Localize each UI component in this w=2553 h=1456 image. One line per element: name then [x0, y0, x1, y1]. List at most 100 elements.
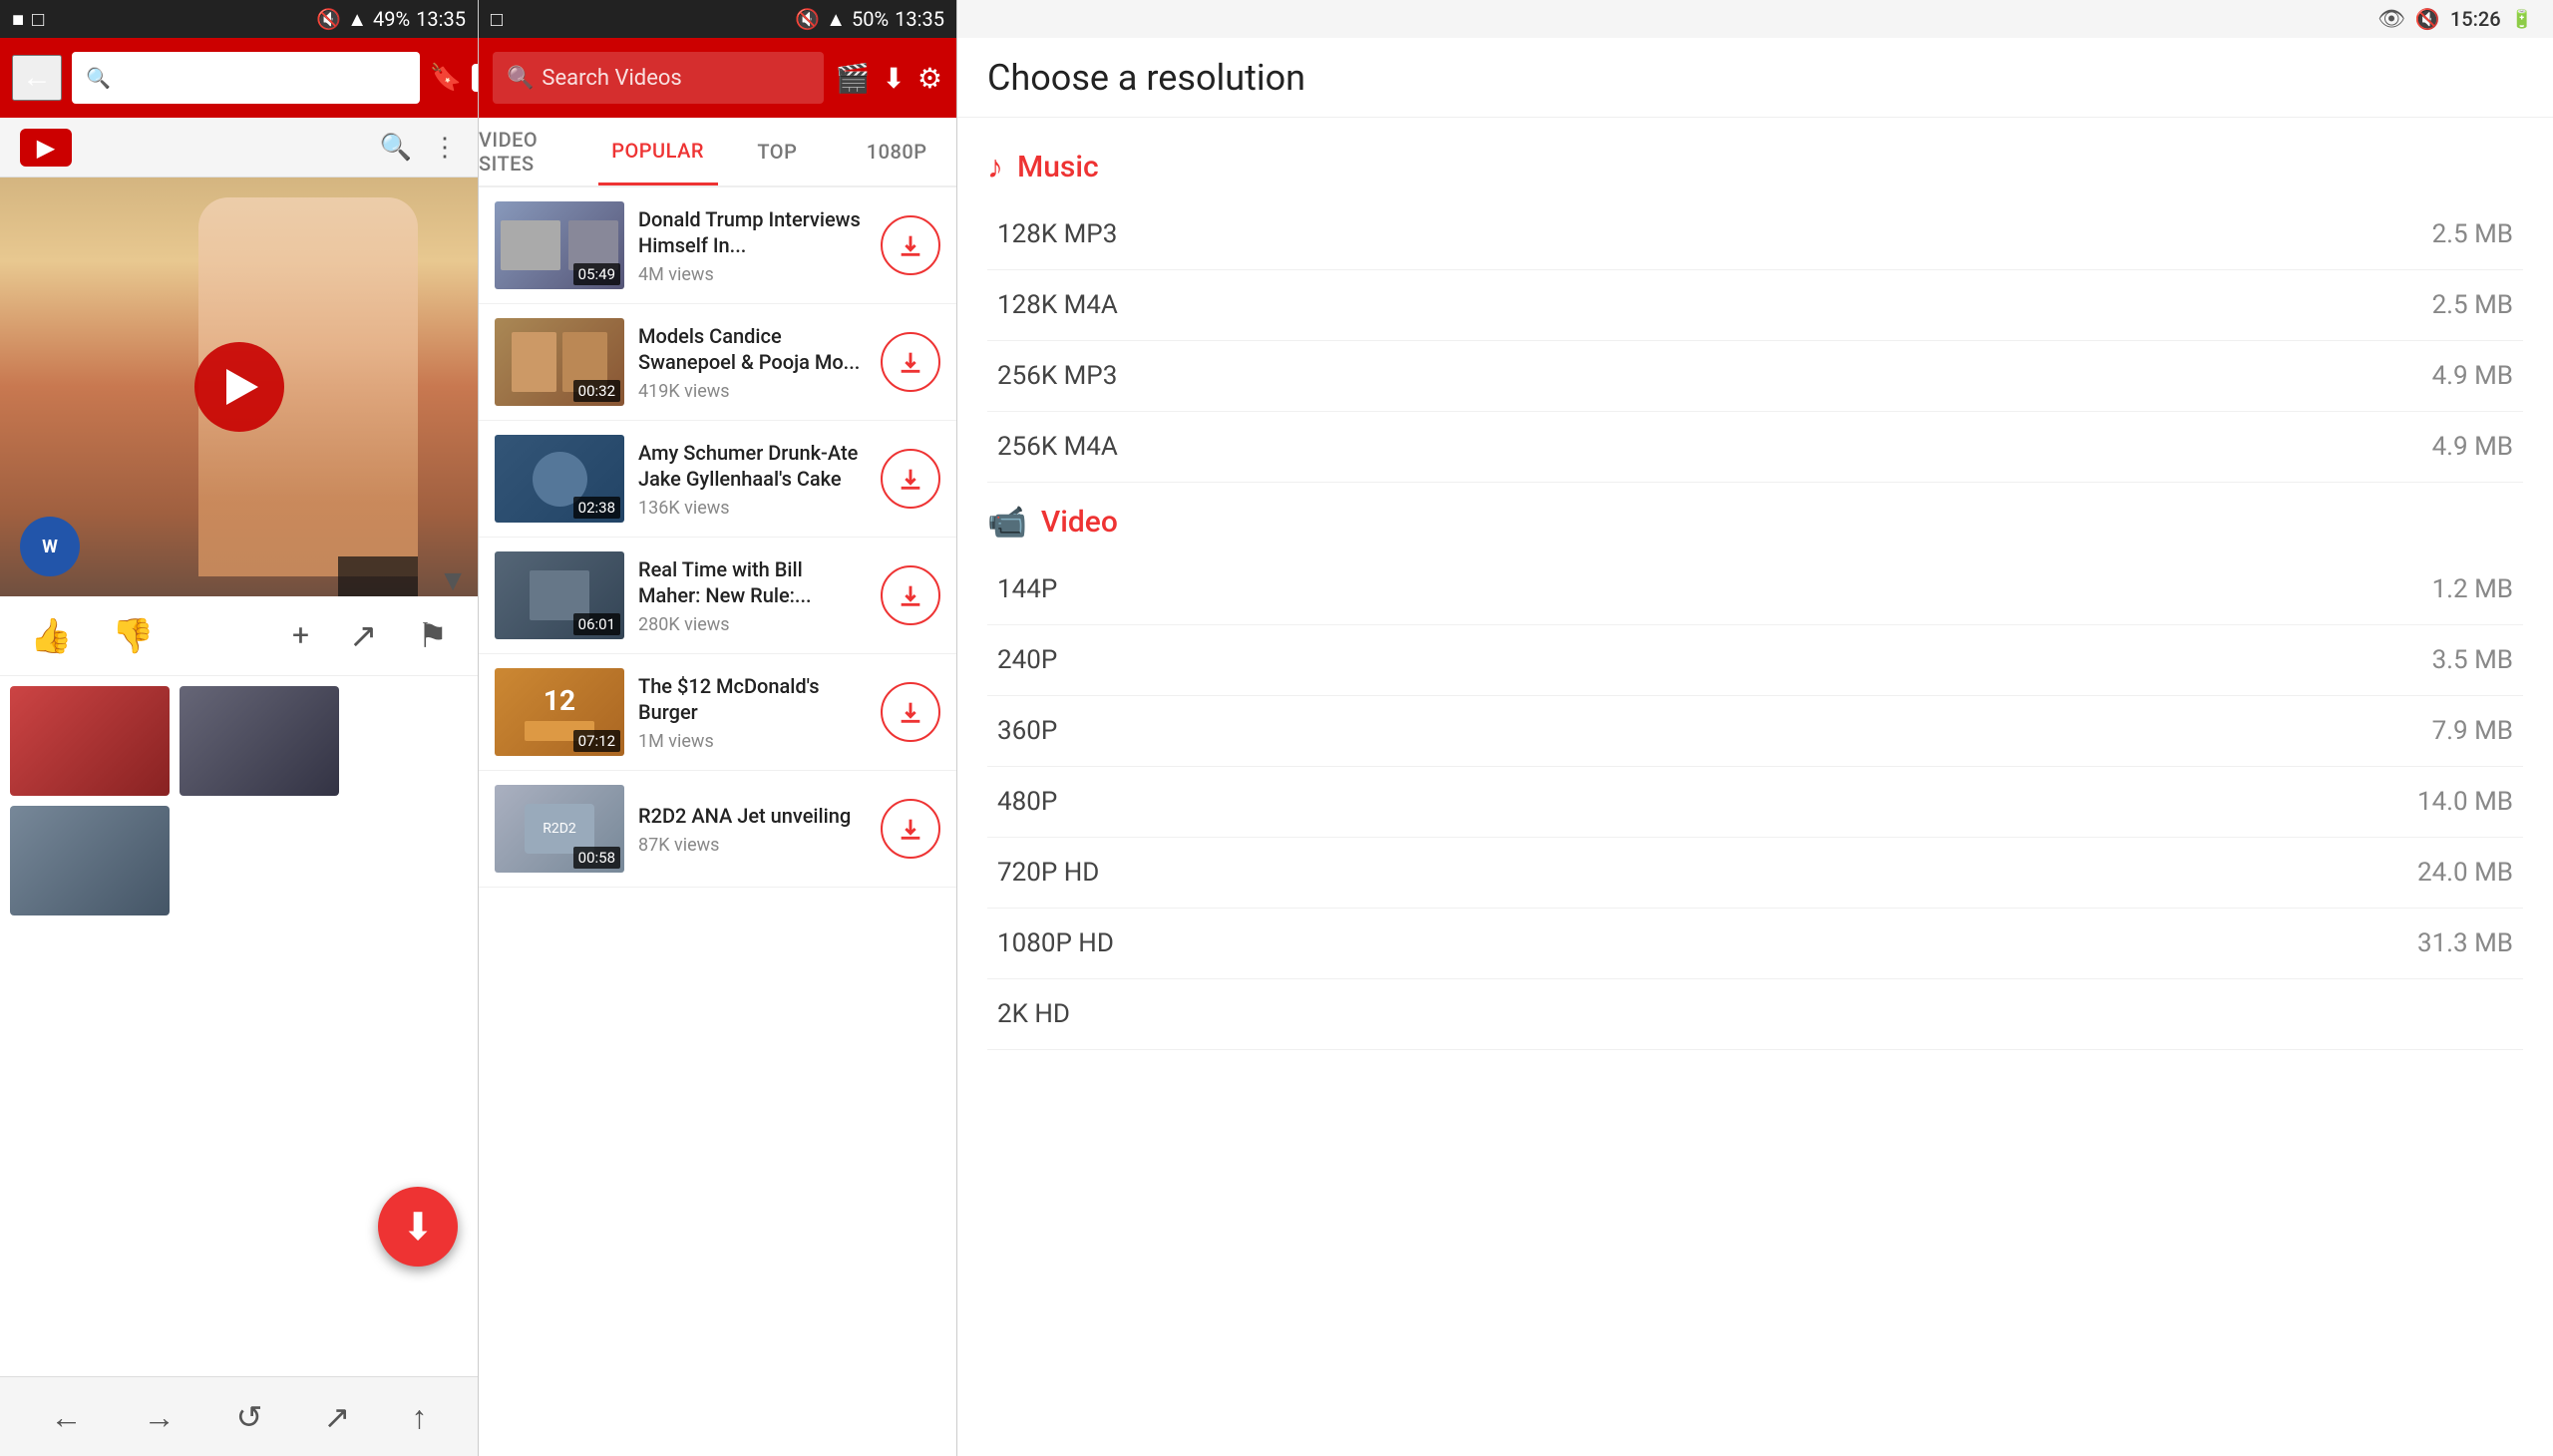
dl-duration-5: 07:12 — [573, 730, 620, 752]
dl-video-item-5[interactable]: 12 07:12 The $12 McDonald's Burger 1M vi… — [479, 654, 956, 771]
dl-video-item-1[interactable]: 05:49 Donald Trump Interviews Himself In… — [479, 187, 956, 304]
dl-video-item-4[interactable]: 06:01 Real Time with Bill Maher: New Rul… — [479, 538, 956, 654]
dl-info-1: Donald Trump Interviews Himself In... 4M… — [638, 206, 867, 285]
res-item-256mp3[interactable]: 256K MP3 4.9 MB — [987, 341, 2523, 412]
rec-row-1[interactable] — [10, 686, 468, 796]
res-size-256mp3: 4.9 MB — [2432, 361, 2513, 391]
dl-title-6: R2D2 ANA Jet unveiling — [638, 803, 867, 829]
res-item-256m4a[interactable]: 256K M4A 4.9 MB — [987, 412, 2523, 483]
res-size-720p: 24.0 MB — [2417, 858, 2513, 888]
youtube-nav-bar: ▶ 🔍 ⋮ — [0, 118, 478, 178]
like-button[interactable]: 👍 — [30, 616, 72, 656]
bookmark-icon[interactable]: 🔖 — [430, 63, 462, 93]
dl-download-btn-6[interactable] — [881, 799, 940, 859]
search-icon: 🔍 — [86, 66, 111, 90]
resolution-title: Choose a resolution — [987, 57, 1305, 99]
dl-duration-6: 00:58 — [573, 847, 620, 869]
video-overlay-bar — [338, 556, 418, 596]
app-icon-2: □ — [32, 7, 44, 32]
dl-thumb-4: 06:01 — [495, 551, 624, 639]
res-label-240p: 240P — [997, 645, 1057, 675]
res-item-144p[interactable]: 144P 1.2 MB — [987, 554, 2523, 625]
browser-status-left: ■ □ — [12, 7, 44, 32]
res-label-2khd: 2K HD — [997, 999, 1070, 1029]
dislike-button[interactable]: 👎 — [112, 616, 154, 656]
music-section-label: Music — [1017, 150, 1099, 184]
nav-up-button[interactable]: ↑ — [411, 1398, 427, 1436]
dl-download-btn-1[interactable] — [881, 215, 940, 275]
dl-settings-icon[interactable]: ⚙ — [917, 62, 942, 95]
dl-views-4: 280K views — [638, 614, 867, 635]
tab-popular[interactable]: POPULAR — [598, 118, 718, 185]
address-input[interactable]: m.youtube.com — [119, 65, 406, 91]
res-item-2khd[interactable]: 2K HD — [987, 979, 2523, 1050]
youtube-logo[interactable]: ▶ — [20, 129, 72, 167]
dl-title-1: Donald Trump Interviews Himself In... — [638, 206, 867, 258]
res-item-360p[interactable]: 360P 7.9 MB — [987, 696, 2523, 767]
res-size-360p: 7.9 MB — [2432, 716, 2513, 746]
dl-duration-1: 05:49 — [573, 263, 620, 285]
rec-row-2[interactable] — [10, 806, 468, 915]
dl-time-display: 13:35 — [895, 7, 944, 31]
dl-download-btn-5[interactable] — [881, 682, 940, 742]
nav-refresh-button[interactable]: ↺ — [236, 1398, 263, 1436]
share-button[interactable]: ↗ — [349, 616, 378, 656]
time-display: 13:35 — [416, 7, 466, 31]
nav-forward-button[interactable]: → — [144, 1398, 176, 1436]
yt-search-icon[interactable]: 🔍 — [380, 133, 412, 163]
dl-video-item-3[interactable]: 02:38 Amy Schumer Drunk-Ate Jake Gyllenh… — [479, 421, 956, 538]
resolution-panel: 👁 🔇 15:26 🔋 Choose a resolution ♪ Music … — [957, 0, 2553, 1456]
dl-download-btn-4[interactable] — [881, 565, 940, 625]
resolution-body: ♪ Music 128K MP3 2.5 MB 128K M4A 2.5 MB … — [957, 118, 2553, 1456]
video-actions-bar: 👍 👎 + ↗ ⚑ — [0, 596, 478, 676]
yt-more-icon[interactable]: ⋮ — [432, 133, 458, 163]
add-to-playlist-button[interactable]: + — [292, 618, 309, 653]
dl-info-4: Real Time with Bill Maher: New Rule:... … — [638, 556, 867, 635]
res-eye-icon: 👁 — [2377, 7, 2405, 32]
dl-thumb-3: 02:38 — [495, 435, 624, 523]
tab-video-sites[interactable]: VIDEO SITES — [479, 118, 598, 185]
res-label-360p: 360P — [997, 716, 1057, 746]
dropdown-arrow[interactable]: ▼ — [438, 563, 468, 596]
res-label-128m4a: 128K M4A — [997, 290, 1118, 320]
tab-top[interactable]: TOP — [718, 118, 838, 185]
downloader-panel: □ 🔇 ▲ 50% 13:35 🔍 Search Videos 🎬 ⬇ ⚙ VI… — [479, 0, 957, 1456]
res-item-240p[interactable]: 240P 3.5 MB — [987, 625, 2523, 696]
dl-video-sites-icon[interactable]: 🎬 — [836, 62, 871, 95]
address-bar-container[interactable]: 🔍 m.youtube.com — [72, 52, 420, 104]
res-label-256mp3: 256K MP3 — [997, 361, 1117, 391]
nav-share-button[interactable]: ↗ — [324, 1398, 351, 1436]
dl-search-placeholder[interactable]: Search Videos — [542, 66, 681, 91]
res-size-480p: 14.0 MB — [2417, 787, 2513, 817]
video-hero[interactable]: W ▼ — [0, 178, 478, 596]
res-item-1080p[interactable]: 1080P HD 31.3 MB — [987, 909, 2523, 979]
dl-download-btn-2[interactable] — [881, 332, 940, 392]
download-fab[interactable]: ⬇ — [378, 1187, 458, 1267]
dl-video-item-6[interactable]: R2D2 00:58 R2D2 ANA Jet unveiling 87K vi… — [479, 771, 956, 888]
nav-back-button[interactable]: ← — [51, 1398, 83, 1436]
dl-video-item-2[interactable]: 00:32 Models Candice Swanepoel & Pooja M… — [479, 304, 956, 421]
channel-badge[interactable]: W — [20, 517, 80, 576]
dl-tabs: VIDEO SITES POPULAR TOP 1080P — [479, 118, 956, 187]
music-section-header: ♪ Music — [987, 128, 2523, 199]
res-size-240p: 3.5 MB — [2432, 645, 2513, 675]
dl-views-6: 87K views — [638, 835, 867, 856]
dl-thumb-5: 12 07:12 — [495, 668, 624, 756]
play-button[interactable] — [194, 342, 284, 432]
dl-search-bar[interactable]: 🔍 Search Videos — [493, 52, 824, 104]
res-item-128m4a[interactable]: 128K M4A 2.5 MB — [987, 270, 2523, 341]
dl-downloads-icon[interactable]: ⬇ — [882, 62, 905, 95]
dl-duration-4: 06:01 — [573, 613, 620, 635]
tab-1080p[interactable]: 1080P — [837, 118, 956, 185]
yt-nav-icons: 🔍 ⋮ — [380, 133, 458, 163]
res-item-480p[interactable]: 480P 14.0 MB — [987, 767, 2523, 838]
dl-download-btn-3[interactable] — [881, 449, 940, 509]
tab-count-badge[interactable]: 1 — [472, 64, 479, 92]
res-item-720p[interactable]: 720P HD 24.0 MB — [987, 838, 2523, 909]
res-label-480p: 480P — [997, 787, 1057, 817]
flag-button[interactable]: ⚑ — [418, 616, 448, 656]
browser-back-button[interactable]: ← — [12, 55, 62, 101]
dl-status-bar: □ 🔇 ▲ 50% 13:35 — [479, 0, 956, 38]
res-item-128mp3[interactable]: 128K MP3 2.5 MB — [987, 199, 2523, 270]
dl-title-3: Amy Schumer Drunk-Ate Jake Gyllenhaal's … — [638, 440, 867, 492]
